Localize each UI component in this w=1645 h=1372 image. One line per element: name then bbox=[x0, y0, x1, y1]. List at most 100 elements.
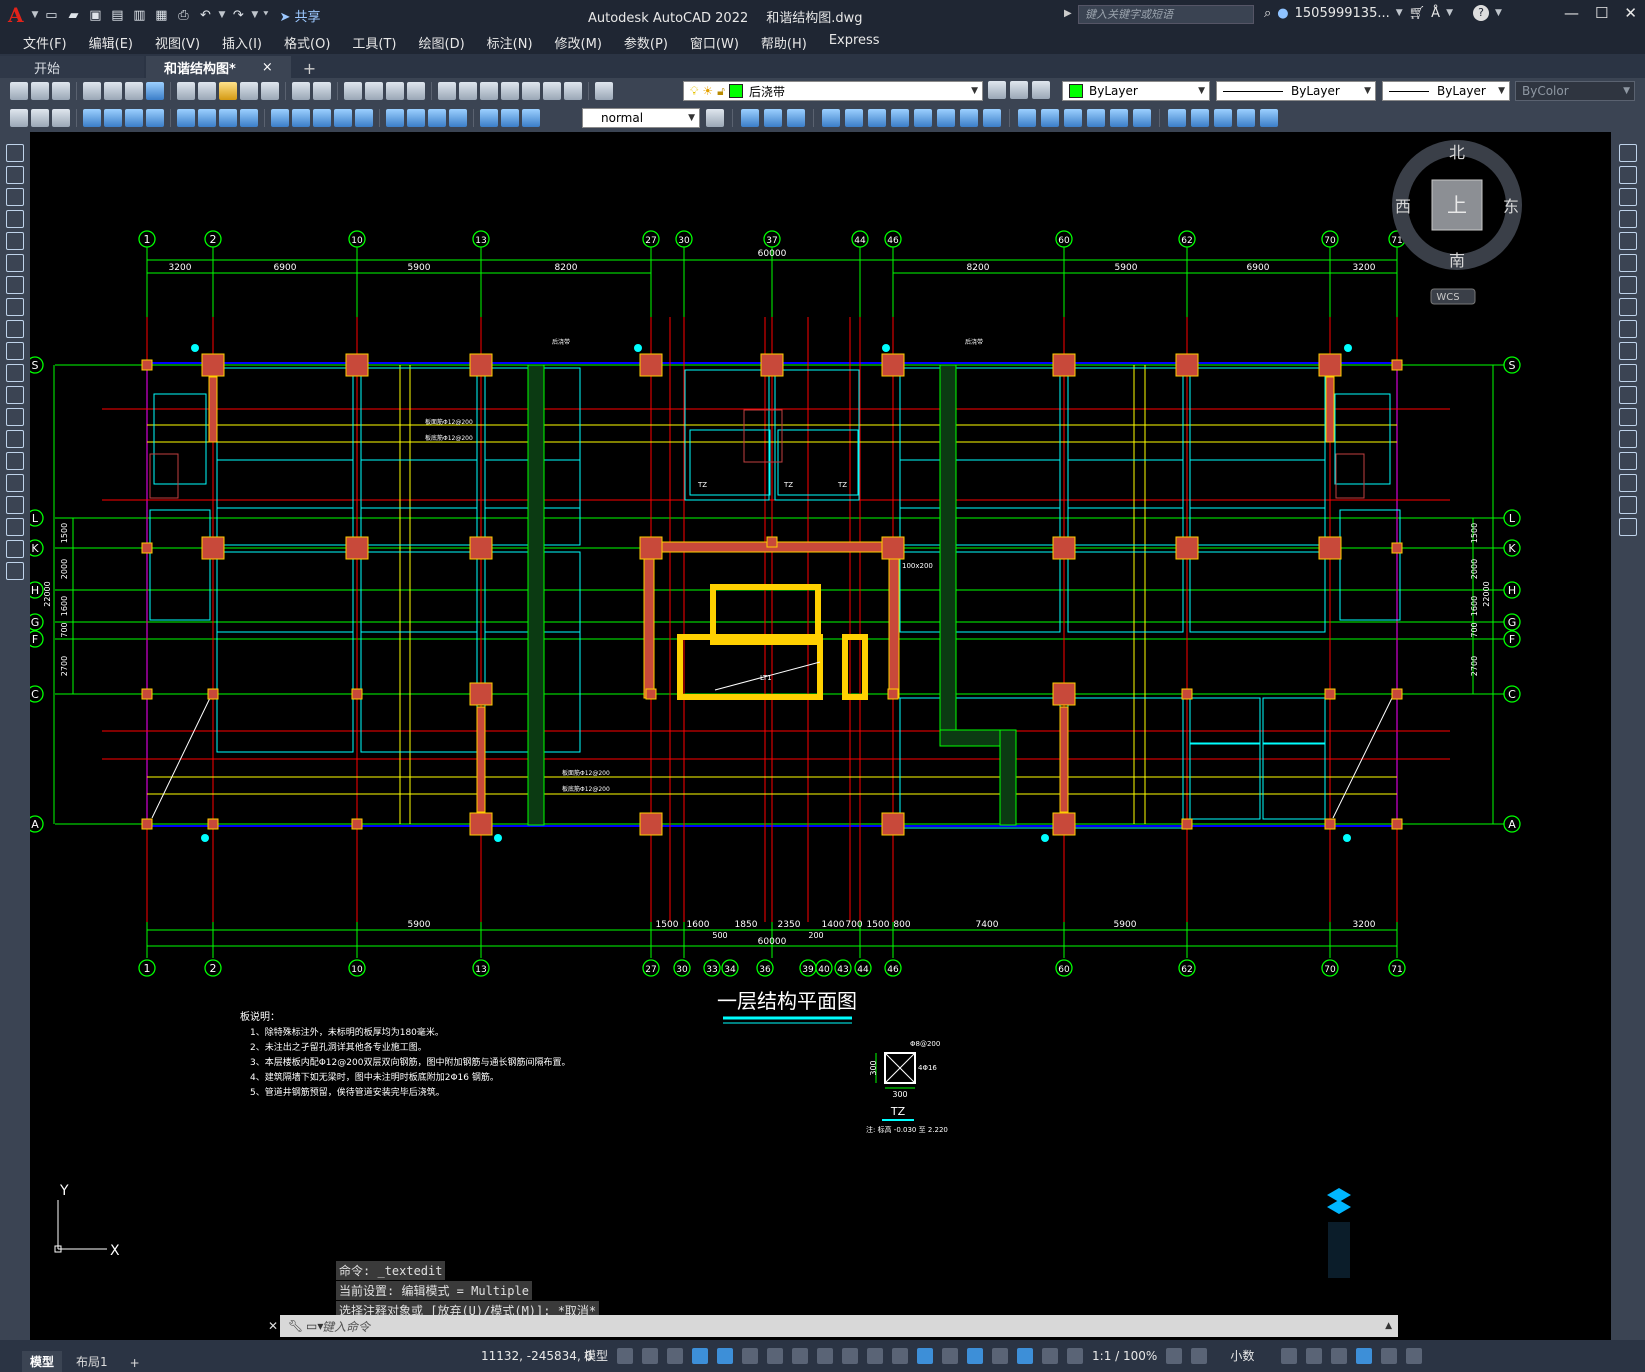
annotation-scale-icon[interactable] bbox=[1067, 1347, 1084, 1364]
units-readout[interactable]: 小数 bbox=[1230, 1347, 1254, 1364]
center-mark-icon[interactable] bbox=[407, 109, 425, 127]
interfere-icon[interactable] bbox=[983, 109, 1001, 127]
menu-insert[interactable]: 插入(I) bbox=[211, 33, 273, 52]
snap-icon[interactable] bbox=[642, 1347, 659, 1364]
layer-lock-icon[interactable]: 🔓︎ bbox=[717, 84, 725, 99]
line-icon[interactable] bbox=[6, 144, 24, 162]
command-input[interactable]: ✕ 🔧︎ ▭▾ 键入命令 ▲ bbox=[268, 1315, 1398, 1337]
command-customize-icon[interactable]: 🔧︎ bbox=[288, 1319, 303, 1333]
coordinates-readout[interactable]: 11132, -245834, 0 bbox=[481, 1349, 592, 1363]
baseline-dim-icon[interactable] bbox=[292, 109, 310, 127]
plotstyle-dropdown[interactable]: ByColor ▼ bbox=[1515, 81, 1635, 101]
tab-drawing[interactable]: 和谐结构图* × bbox=[146, 56, 291, 78]
save-tool-icon[interactable] bbox=[52, 82, 70, 100]
cylinder-icon[interactable] bbox=[1064, 109, 1082, 127]
search-input[interactable]: 键入关键字或短语 bbox=[1078, 5, 1254, 24]
arc-icon[interactable] bbox=[6, 254, 24, 272]
stretch-icon[interactable] bbox=[1619, 320, 1637, 338]
match-properties-icon[interactable] bbox=[240, 82, 258, 100]
transparency-icon[interactable] bbox=[867, 1347, 884, 1364]
minimize-icon[interactable]: — bbox=[1564, 4, 1579, 22]
ordinate-dim-icon[interactable] bbox=[146, 109, 164, 127]
navcube-west[interactable]: 西 bbox=[1395, 197, 1411, 216]
autodesk-a360-icon[interactable]: Å bbox=[1431, 6, 1440, 21]
steering-wheel-icon[interactable] bbox=[1327, 1188, 1351, 1214]
redo-icon[interactable]: ↷ bbox=[229, 6, 247, 24]
user-dropdown-icon[interactable]: ▼ bbox=[1396, 8, 1403, 18]
color-dropdown[interactable]: ByLayer ▼ bbox=[1062, 81, 1210, 101]
insert-block-icon[interactable] bbox=[6, 386, 24, 404]
chamfer-icon[interactable] bbox=[1619, 452, 1637, 470]
pan-icon[interactable] bbox=[344, 82, 362, 100]
region-icon[interactable] bbox=[6, 496, 24, 514]
save-web-icon[interactable]: ▦ bbox=[152, 6, 170, 24]
scale-icon[interactable] bbox=[1619, 298, 1637, 316]
isodraft-icon[interactable] bbox=[767, 1347, 784, 1364]
customize-qa-icon[interactable]: ⯆ bbox=[262, 10, 269, 20]
ortho-icon[interactable] bbox=[717, 1347, 734, 1364]
block-editor-icon[interactable] bbox=[261, 82, 279, 100]
auto-scale-icon[interactable] bbox=[1042, 1347, 1059, 1364]
color-dropdown-arrow-icon[interactable]: ▼ bbox=[1198, 86, 1205, 96]
gradient-icon[interactable] bbox=[6, 474, 24, 492]
undo-dropdown-icon[interactable]: ▼ bbox=[218, 10, 225, 20]
grid-icon[interactable] bbox=[617, 1347, 634, 1364]
quickcalc-icon[interactable] bbox=[543, 82, 561, 100]
redo-dropdown-icon[interactable]: ▼ bbox=[251, 10, 258, 20]
ellipse-icon[interactable] bbox=[6, 342, 24, 360]
tab-model[interactable]: 模型 bbox=[22, 1351, 63, 1372]
mtext-draw-icon[interactable] bbox=[6, 540, 24, 558]
publish-icon[interactable] bbox=[125, 82, 143, 100]
save-as-icon[interactable]: ▤ bbox=[108, 6, 126, 24]
layer-freeze-icon[interactable]: ☀ bbox=[702, 84, 713, 98]
subtract-icon[interactable] bbox=[764, 109, 782, 127]
lock-ui-icon[interactable] bbox=[1306, 1347, 1323, 1364]
open-web-icon[interactable]: ▥ bbox=[130, 6, 148, 24]
mtext-icon[interactable] bbox=[31, 109, 49, 127]
navcube[interactable]: 上 北 南 东 西 WCS bbox=[1392, 140, 1522, 305]
dim-space-icon[interactable] bbox=[334, 109, 352, 127]
zoom-previous-icon[interactable] bbox=[407, 82, 425, 100]
search-icon[interactable]: ⌕ bbox=[1264, 6, 1271, 21]
layer-state-icon[interactable] bbox=[1032, 81, 1050, 99]
polygon-icon[interactable] bbox=[6, 210, 24, 228]
open-file-icon[interactable]: ▰ bbox=[64, 6, 82, 24]
user-name[interactable]: 1505999135... bbox=[1295, 6, 1390, 21]
menu-format[interactable]: 格式(O) bbox=[273, 33, 341, 52]
annotation-monitor-icon[interactable] bbox=[1191, 1347, 1208, 1364]
tab-close-icon[interactable]: × bbox=[262, 60, 273, 75]
navigation-bar[interactable] bbox=[1327, 1188, 1351, 1278]
menu-view[interactable]: 视图(V) bbox=[144, 33, 211, 52]
torus-icon[interactable] bbox=[1133, 109, 1151, 127]
scale-readout[interactable]: 1:1 / 100% bbox=[1092, 1349, 1157, 1363]
open-icon[interactable] bbox=[31, 82, 49, 100]
move-icon[interactable] bbox=[1619, 254, 1637, 272]
model-space-label[interactable]: 模型 bbox=[584, 1347, 608, 1364]
3d-align-icon[interactable] bbox=[1214, 109, 1232, 127]
quick-dim-icon[interactable] bbox=[271, 109, 289, 127]
dimtedit-icon[interactable] bbox=[501, 109, 519, 127]
object-snap-tracking-icon[interactable] bbox=[792, 1347, 809, 1364]
menu-edit[interactable]: 编辑(E) bbox=[78, 33, 144, 52]
spline-icon[interactable] bbox=[6, 320, 24, 338]
lineweight-dropdown[interactable]: ByLayer ▼ bbox=[1382, 81, 1510, 101]
selection-cycling-icon[interactable] bbox=[892, 1347, 909, 1364]
gizmo-icon[interactable] bbox=[992, 1347, 1009, 1364]
fillet-icon[interactable] bbox=[1619, 474, 1637, 492]
menu-draw[interactable]: 绘图(D) bbox=[408, 33, 476, 52]
command-close-icon[interactable]: ✕ bbox=[268, 1319, 278, 1333]
dynamic-ucs-icon[interactable] bbox=[942, 1347, 959, 1364]
drawing-svg[interactable]: 60000 3200 6900 5900 8200 8200 5900 6900 3200 600… bbox=[30, 132, 1611, 1340]
blend-curves-icon[interactable] bbox=[1619, 496, 1637, 514]
annotation-visibility-icon[interactable] bbox=[1017, 1347, 1034, 1364]
copy-icon[interactable] bbox=[198, 82, 216, 100]
autocad-logo[interactable]: A bbox=[8, 3, 24, 27]
union-icon[interactable] bbox=[741, 109, 759, 127]
radius-dim-icon[interactable] bbox=[177, 109, 195, 127]
workspace-icon[interactable] bbox=[1166, 1347, 1183, 1364]
layer-dropdown-arrow-icon[interactable]: ▼ bbox=[971, 86, 978, 96]
search-expand-icon[interactable]: ▶ bbox=[1064, 8, 1072, 19]
quick-properties-icon[interactable] bbox=[1281, 1347, 1298, 1364]
customization-icon[interactable] bbox=[1406, 1347, 1423, 1364]
make-block-icon[interactable] bbox=[6, 408, 24, 426]
